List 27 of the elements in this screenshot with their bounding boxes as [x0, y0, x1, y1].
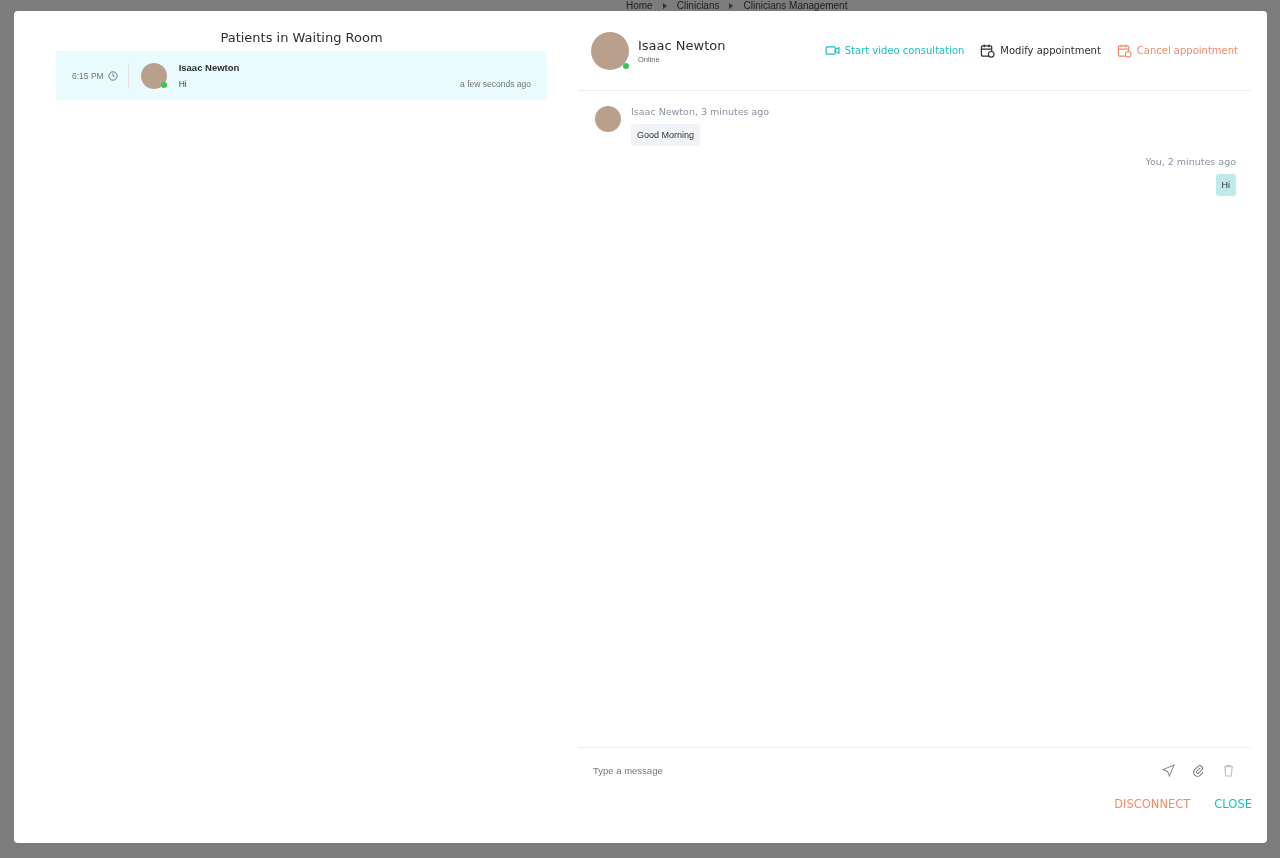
clock-icon — [107, 70, 118, 81]
video-action-button[interactable]: Start video consultation — [824, 45, 965, 56]
send-icon[interactable] — [1162, 763, 1175, 777]
disconnect-button[interactable]: DISCONNECT — [1114, 797, 1191, 811]
last-message: Hi — [178, 79, 187, 89]
message-bubble: Hi — [1215, 174, 1236, 196]
panel-title: Patients in Waiting Room — [219, 30, 384, 45]
video-camera-icon — [824, 45, 840, 56]
appointment-time: 6:15 PM — [72, 70, 104, 81]
message-input[interactable]: Type a message — [593, 760, 1145, 780]
message-meta: You, 2 minutes ago — [1145, 156, 1236, 167]
patient-name: Isaac Newton — [178, 62, 240, 73]
close-button[interactable]: CLOSE — [1214, 797, 1252, 811]
sender-avatar — [595, 106, 621, 132]
modify-action-button[interactable]: Modify appointment — [980, 43, 1101, 58]
message-meta: Isaac Newton, 3 minutes ago — [631, 106, 770, 117]
calendar-clock-icon — [980, 43, 996, 58]
paperclip-icon[interactable] — [1192, 763, 1205, 777]
breadcrumb-link[interactable]: Clinicians — [676, 0, 720, 11]
cancel-action-button[interactable]: Cancel appointment — [1116, 43, 1238, 58]
patient-row[interactable]: 6:15 PM Isaac Newton Hi a few seconds ago — [56, 51, 547, 100]
message-bubble: Good Morning — [631, 124, 701, 146]
breadcrumb-link[interactable]: Clinicians Management — [743, 0, 848, 11]
breadcrumb-link[interactable]: Home — [626, 0, 653, 11]
chat-contact-name: Isaac Newton — [638, 37, 726, 53]
trash-icon[interactable] — [1222, 763, 1235, 777]
message-time: a few seconds ago — [460, 79, 531, 89]
